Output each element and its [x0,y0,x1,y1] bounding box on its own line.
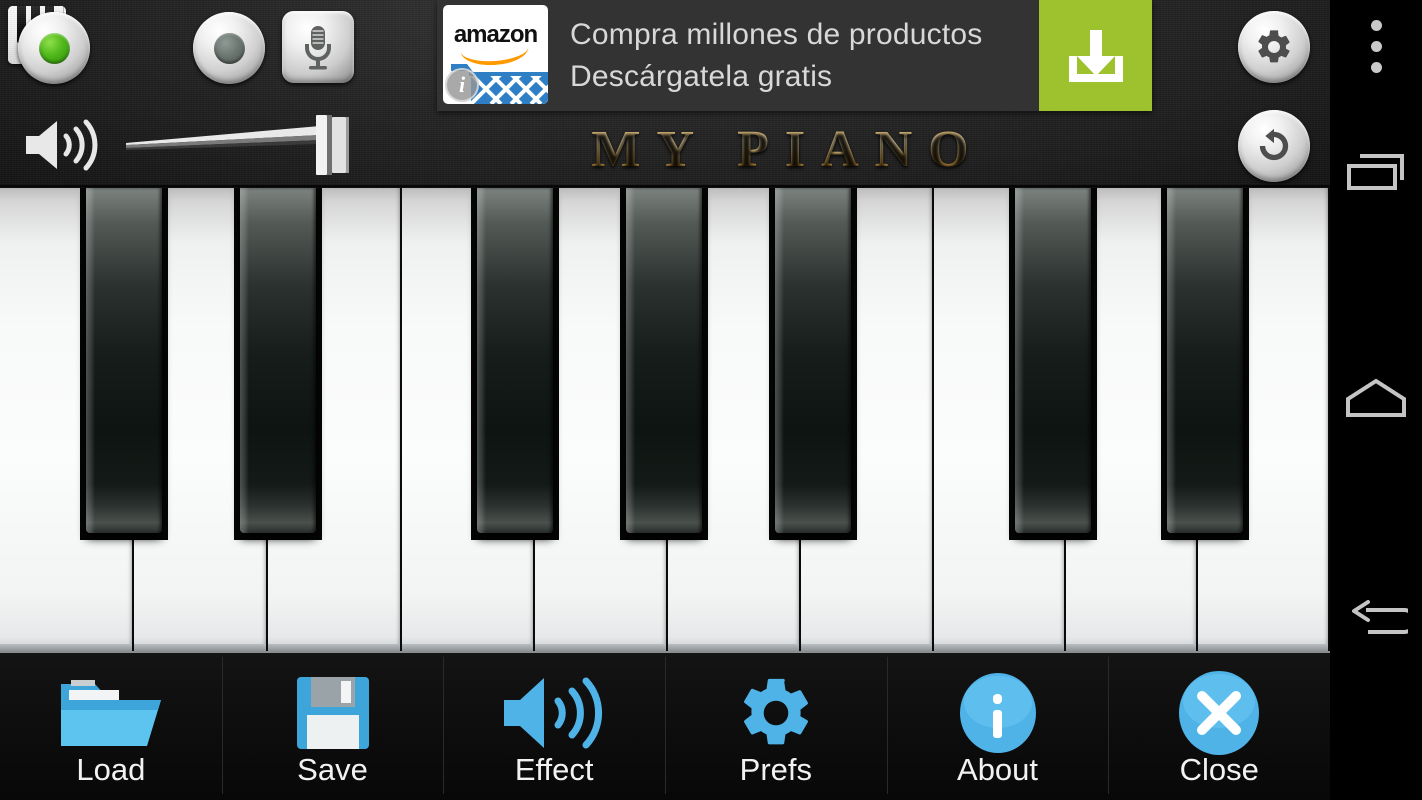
download-icon [1068,29,1123,82]
microphone-button[interactable] [282,11,354,83]
volume-icon [22,114,106,176]
amazon-wordmark: amazon [453,21,538,48]
ad-copy: Compra millones de productos Descárgatel… [548,0,1039,111]
load-button[interactable]: Load [0,651,222,800]
prefs-label: Prefs [739,752,813,787]
prefs-button[interactable]: Prefs [665,651,887,800]
android-navigation-bar [1330,0,1422,800]
gear-icon [735,674,817,752]
volume-slider-track[interactable] [124,110,354,180]
overflow-menu-icon [1370,15,1382,78]
volume-slider[interactable] [124,110,354,180]
recent-apps-icon [1347,154,1404,190]
load-label: Load [76,752,146,787]
ad-download-button[interactable] [1039,0,1152,111]
black-key-3[interactable] [477,188,553,533]
close-circle-icon [1176,671,1262,755]
black-key-2[interactable] [240,188,316,533]
microphone-icon [305,26,331,70]
record-button[interactable] [18,12,90,84]
reload-icon [1259,128,1289,161]
about-label: About [957,752,1039,787]
save-button[interactable]: Save [221,651,444,800]
floppy-disk-icon [295,674,371,752]
my-piano-app: MY PIANO amazon i Compra millones de pro… [0,0,1330,800]
about-button[interactable]: About [886,651,1109,800]
record-dot-icon [38,32,70,64]
ad-info-badge[interactable]: i [445,68,479,102]
piano-keyboard[interactable] [0,188,1330,651]
nav-back[interactable] [1330,575,1422,667]
advertisement-banner[interactable]: amazon i Compra millones de productos De… [437,0,1152,111]
nav-recent-apps[interactable] [1330,130,1422,222]
app-header: MY PIANO amazon i Compra millones de pro… [0,0,1330,188]
settings-button[interactable] [1238,11,1310,83]
ad-headline: Compra millones de productos [570,17,983,51]
volume-slider-thumb [316,115,349,175]
effect-button[interactable]: Effect [443,651,665,800]
home-icon [1346,378,1406,417]
reload-button[interactable] [1238,110,1310,182]
black-key-5[interactable] [775,188,851,533]
black-key-1[interactable] [86,188,162,533]
back-arrow-icon [1352,600,1408,634]
screen: MY PIANO amazon i Compra millones de pro… [0,0,1422,800]
nav-overflow-menu[interactable] [1330,0,1422,92]
bottom-toolbar: Load Save Effect Prefs About Close [0,651,1330,800]
info-circle-icon [958,673,1038,753]
folder-open-icon [59,674,163,752]
stop-dot-icon [213,32,245,64]
nav-home[interactable] [1330,352,1422,444]
advertiser-logo: amazon i [443,5,548,104]
app-title-text: MY PIANO [575,120,984,179]
close-label: Close [1179,752,1259,787]
stop-button[interactable] [193,12,265,84]
ad-subline: Descárgatela gratis [570,59,833,93]
save-label: Save [297,752,368,787]
speaker-icon [500,674,608,752]
app-title: MY PIANO [430,112,1130,186]
close-button[interactable]: Close [1108,651,1330,800]
black-key-6[interactable] [1015,188,1091,533]
effect-label: Effect [514,752,594,787]
gear-icon [1258,30,1290,63]
black-key-4[interactable] [626,188,702,533]
speaker-volume-icon [26,119,98,171]
black-key-7[interactable] [1167,188,1243,533]
